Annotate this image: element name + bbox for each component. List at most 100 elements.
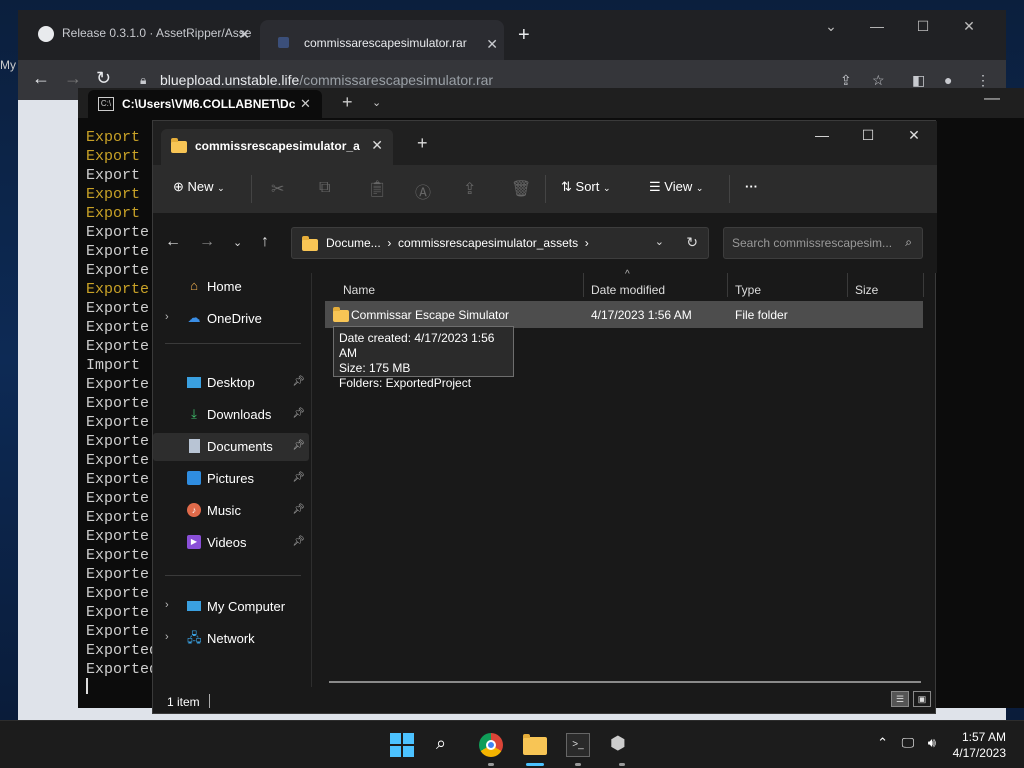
- column-divider[interactable]: [583, 273, 584, 297]
- start-button[interactable]: [390, 733, 414, 757]
- explorer-tab[interactable]: commissrescapesimulator_assets ✕: [161, 129, 393, 165]
- recent-locations-chevron-icon[interactable]: ⌄: [233, 236, 242, 249]
- cut-icon[interactable]: ✂: [271, 179, 284, 199]
- new-tab-button[interactable]: +: [417, 133, 428, 154]
- windows-logo-pane: [390, 746, 401, 757]
- more-options-button[interactable]: ···: [745, 179, 758, 194]
- network-icon[interactable]: 🖵︎: [902, 735, 915, 750]
- nav-item-home[interactable]: ⌂ Home: [153, 273, 309, 301]
- new-terminal-tab-button[interactable]: +: [342, 92, 353, 113]
- copy-icon[interactable]: ⧉: [319, 179, 330, 197]
- forward-arrow-icon[interactable]: →: [199, 233, 215, 251]
- column-divider[interactable]: [727, 273, 728, 297]
- up-arrow-icon[interactable]: ↑: [261, 233, 269, 251]
- star-icon[interactable]: ☆: [872, 72, 885, 89]
- tiles-view-button[interactable]: ▣: [913, 691, 931, 707]
- maximize-button[interactable]: ☐: [845, 127, 891, 144]
- terminal-line: Exporte: [86, 262, 150, 279]
- explorer-window-controls: — ☐ ✕: [799, 127, 937, 144]
- pin-icon[interactable]: 📌︎: [292, 504, 305, 515]
- file-explorer-icon[interactable]: [523, 733, 547, 757]
- chevron-up-icon[interactable]: ⌃: [877, 735, 888, 750]
- chevron-down-icon[interactable]: ⌄: [372, 96, 381, 109]
- nav-label: Music: [207, 503, 241, 518]
- new-button[interactable]: ⊕ New ⌄: [173, 179, 225, 195]
- column-name[interactable]: Name: [343, 283, 375, 297]
- nav-item-music[interactable]: ♪ Music 📌︎: [153, 497, 309, 525]
- minimize-button[interactable]: —: [984, 90, 1000, 108]
- terminal-tab-title: C:\Users\VM6.COLLABNET\Dc: [122, 97, 296, 111]
- terminal-tab[interactable]: C:\ C:\Users\VM6.COLLABNET\Dc: [88, 90, 322, 118]
- nav-item-onedrive[interactable]: › ☁ OneDrive: [153, 305, 309, 333]
- clock[interactable]: 1:57 AM 4/17/2023: [953, 729, 1006, 761]
- maximize-button[interactable]: ☐: [900, 18, 946, 35]
- package-icon[interactable]: ⬢: [610, 733, 634, 757]
- nav-item-downloads[interactable]: ⤓ Downloads 📌︎: [153, 401, 309, 429]
- close-icon[interactable]: ✕: [371, 137, 383, 154]
- minimize-button[interactable]: —: [799, 127, 845, 143]
- forward-arrow-icon[interactable]: →: [64, 68, 82, 89]
- address-bar[interactable]: Docume... › commissrescapesimulator_asse…: [291, 227, 709, 259]
- breadcrumb-separator[interactable]: ›: [387, 236, 391, 250]
- new-tab-button[interactable]: +: [518, 24, 530, 47]
- nav-item-desktop[interactable]: Desktop 📌︎: [153, 369, 309, 397]
- pin-icon[interactable]: 📌︎: [292, 408, 305, 419]
- close-button[interactable]: ✕: [891, 127, 937, 144]
- search-input[interactable]: Search commissrescapesim... ⌕: [723, 227, 923, 259]
- share-icon[interactable]: ⇪: [840, 72, 852, 89]
- close-icon[interactable]: ✕: [300, 96, 311, 112]
- browser-tab-rar[interactable]: commissarescapesimulator.rar ✕: [260, 20, 504, 62]
- details-view-button[interactable]: ☰: [891, 691, 909, 707]
- chevron-down-icon[interactable]: ⌄: [808, 18, 854, 35]
- nav-item-pictures[interactable]: Pictures 📌︎: [153, 465, 309, 493]
- nav-item-my-computer[interactable]: › My Computer: [153, 593, 309, 621]
- chevron-right-icon[interactable]: ›: [165, 631, 169, 643]
- pin-icon[interactable]: 📌︎: [292, 376, 305, 387]
- close-icon[interactable]: ✕: [486, 36, 498, 53]
- pin-icon[interactable]: 📌︎: [292, 440, 305, 451]
- chrome-icon[interactable]: [479, 733, 503, 757]
- rename-icon[interactable]: Ⓐ: [415, 179, 431, 203]
- sidepanel-icon[interactable]: ◧: [912, 72, 925, 89]
- profile-icon[interactable]: ●: [944, 72, 952, 88]
- chevron-right-icon[interactable]: ›: [165, 311, 169, 323]
- table-row[interactable]: Commissar Escape Simulator 4/17/2023 1:5…: [325, 301, 923, 328]
- horizontal-scrollbar[interactable]: [329, 681, 921, 683]
- pane-divider[interactable]: [311, 273, 312, 687]
- search-icon[interactable]: ⌕: [436, 733, 460, 757]
- refresh-icon[interactable]: ↻: [686, 234, 698, 251]
- column-divider[interactable]: [923, 273, 924, 297]
- desktop-label: My: [0, 58, 16, 72]
- close-button[interactable]: ✕: [946, 18, 992, 35]
- pin-icon[interactable]: 📌︎: [292, 472, 305, 483]
- command-bar: ⊕ New ⌄ ✂ ⧉ 📋︎ Ⓐ ⇪ 🗑︎ ⇅ Sort ⌄ ☰ View ⌄ …: [153, 165, 937, 213]
- nav-item-network[interactable]: › 🖧︎ Network: [153, 625, 309, 653]
- terminal-icon[interactable]: >_: [566, 733, 590, 757]
- column-date-modified[interactable]: Date modified: [591, 283, 665, 297]
- close-icon[interactable]: ✕: [238, 26, 250, 43]
- column-size[interactable]: Size: [855, 283, 878, 297]
- column-divider[interactable]: [847, 273, 848, 297]
- share-icon[interactable]: ⇪: [463, 179, 476, 199]
- column-type[interactable]: Type: [735, 283, 761, 297]
- sort-button[interactable]: ⇅ Sort ⌄: [561, 179, 611, 195]
- volume-icon[interactable]: 🔊︎: [928, 735, 936, 750]
- paste-icon[interactable]: 📋︎: [367, 179, 387, 199]
- breadcrumb-separator[interactable]: ›: [585, 236, 589, 250]
- nav-item-videos[interactable]: ▶ Videos 📌︎: [153, 529, 309, 557]
- back-arrow-icon[interactable]: ←: [32, 68, 50, 89]
- nav-item-documents[interactable]: Documents 📌︎: [153, 433, 309, 461]
- menu-icon[interactable]: ⋮: [976, 72, 990, 89]
- minimize-button[interactable]: —: [854, 18, 900, 34]
- back-arrow-icon[interactable]: ←: [165, 233, 181, 251]
- reload-icon[interactable]: ↻: [96, 68, 111, 89]
- pin-icon[interactable]: 📌︎: [292, 536, 305, 547]
- breadcrumb-current-folder[interactable]: commissrescapesimulator_assets: [398, 236, 578, 250]
- view-button[interactable]: ☰ View ⌄: [649, 179, 703, 195]
- chevron-right-icon[interactable]: ›: [165, 599, 169, 611]
- browser-tab-release[interactable]: Release 0.3.1.0 · AssetRipper/Asse ✕: [18, 10, 256, 62]
- delete-icon[interactable]: 🗑︎: [511, 179, 531, 199]
- terminal-line: Exporte: [86, 319, 150, 336]
- breadcrumb-documents[interactable]: Docume...: [326, 236, 381, 250]
- chevron-down-icon[interactable]: ⌄: [655, 235, 664, 248]
